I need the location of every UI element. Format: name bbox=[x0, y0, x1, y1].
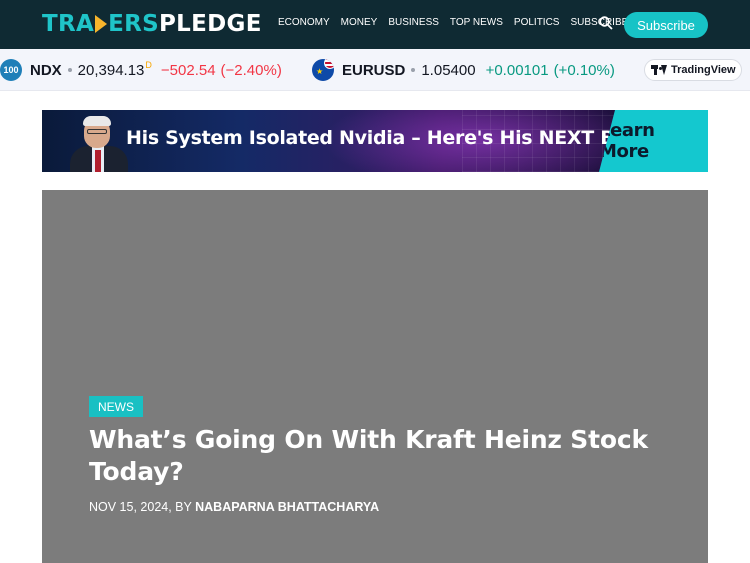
subscribe-button[interactable]: Subscribe bbox=[624, 12, 708, 38]
ticker-price: 1.05400 bbox=[421, 61, 476, 79]
article-hero: NEWS What’s Going On With Kraft Heinz St… bbox=[42, 190, 708, 563]
article-title[interactable]: What’s Going On With Kraft Heinz Stock T… bbox=[89, 424, 669, 488]
tradingview-logo-icon bbox=[651, 65, 667, 75]
ticker-change: −502.54 bbox=[160, 61, 216, 79]
search-icon[interactable] bbox=[599, 16, 613, 30]
article-author[interactable]: NABAPARNA BHATTACHARYA bbox=[195, 500, 379, 514]
ticker-symbol: NDX bbox=[30, 61, 62, 79]
ad-person-image bbox=[70, 114, 132, 172]
site-logo[interactable]: TRA ERS PLEDGE bbox=[42, 10, 262, 38]
logo-text-part3: PLEDGE bbox=[159, 11, 262, 37]
market-status-dot bbox=[411, 68, 416, 72]
ticker-tape: 100 NDX 20,394.13 D −502.54 (−2.40%) ★ EU… bbox=[0, 49, 750, 91]
nav-politics[interactable]: POLITICS bbox=[514, 17, 560, 28]
logo-text-part1: TRA bbox=[42, 11, 95, 37]
eur-usd-flag-icon: ★ bbox=[312, 59, 334, 81]
nav-business[interactable]: BUSINESS bbox=[388, 17, 439, 28]
ticker-symbol: EURUSD bbox=[342, 61, 406, 79]
ticker-item-eurusd[interactable]: ★ EURUSD 1.05400 +0.00101 (+0.10%) bbox=[312, 49, 615, 90]
nav-economy[interactable]: ECONOMY bbox=[278, 17, 330, 28]
ticker-change-pct: (+0.10%) bbox=[553, 61, 615, 79]
ticker-change-pct: (−2.40%) bbox=[220, 61, 282, 79]
ticker-item-ndx[interactable]: 100 NDX 20,394.13 D −502.54 (−2.40%) bbox=[0, 49, 282, 90]
tradingview-label: TradingView bbox=[671, 64, 736, 76]
main-nav: ECONOMY MONEY BUSINESS TOP NEWS POLITICS… bbox=[278, 17, 639, 28]
site-header: TRA ERS PLEDGE ECONOMY MONEY BUSINESS TO… bbox=[0, 0, 750, 49]
nav-money[interactable]: MONEY bbox=[341, 17, 378, 28]
article-date: NOV 15, 2024, BY bbox=[89, 500, 192, 514]
ad-learn-more-button[interactable]: Learn More bbox=[599, 110, 708, 172]
ad-headline: His System Isolated Nvidia – Here's His … bbox=[126, 127, 640, 149]
logo-text-part2: ERS bbox=[108, 11, 159, 37]
tradingview-badge[interactable]: TradingView bbox=[644, 59, 742, 81]
ndx-badge-icon: 100 bbox=[0, 59, 22, 81]
delayed-mark: D bbox=[145, 60, 152, 70]
category-tag[interactable]: NEWS bbox=[89, 396, 143, 417]
nav-top-news[interactable]: TOP NEWS bbox=[450, 17, 503, 28]
logo-arrow-icon bbox=[95, 15, 108, 33]
ticker-price: 20,394.13 bbox=[77, 61, 145, 79]
article-byline: NOV 15, 2024, BY NABAPARNA BHATTACHARYA bbox=[89, 500, 379, 514]
ad-cta-label: Learn More bbox=[599, 120, 655, 162]
market-status-dot bbox=[67, 68, 72, 72]
ad-banner[interactable]: His System Isolated Nvidia – Here's His … bbox=[42, 110, 708, 172]
ticker-change: +0.00101 bbox=[485, 61, 549, 79]
